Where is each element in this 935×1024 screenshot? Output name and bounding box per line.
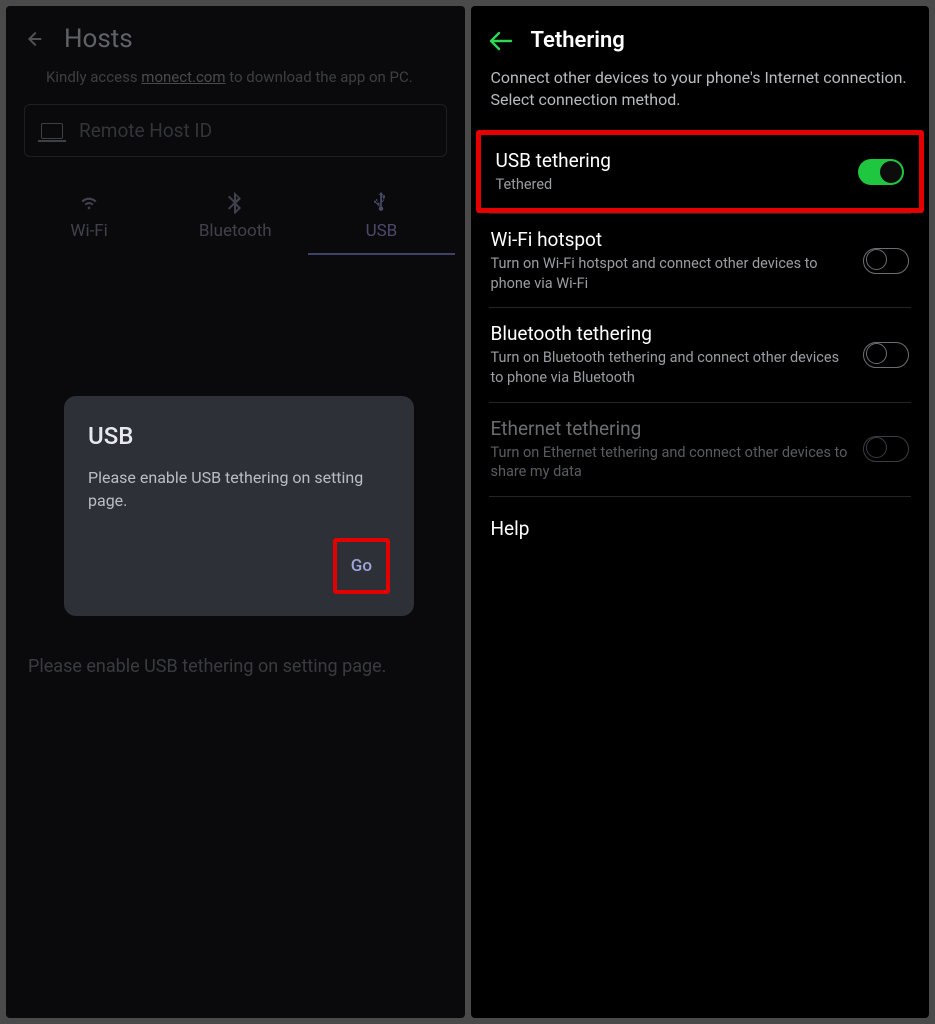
row-text: Ethernet tethering Turn on Ethernet teth… xyxy=(491,417,850,482)
ethernet-tethering-row: Ethernet tethering Turn on Ethernet teth… xyxy=(471,403,930,496)
ethernet-tethering-toggle xyxy=(863,436,909,462)
row-subtitle: Turn on Bluetooth tethering and connect … xyxy=(491,348,850,387)
go-button[interactable]: Go xyxy=(337,542,386,590)
row-subtitle: Tethered xyxy=(496,175,845,195)
bluetooth-tethering-toggle[interactable] xyxy=(863,342,909,368)
tethering-list: USB tethering Tethered Wi-Fi hotspot Tur… xyxy=(471,130,930,560)
row-title: USB tethering xyxy=(496,149,845,172)
row-title: Bluetooth tethering xyxy=(491,322,850,345)
wifi-hotspot-toggle[interactable] xyxy=(863,248,909,274)
dialog-actions: Go xyxy=(88,538,390,594)
help-row[interactable]: Help xyxy=(471,497,930,560)
row-text: USB tethering Tethered xyxy=(496,149,845,195)
page-title: Tethering xyxy=(531,28,625,53)
tethering-screen: Tethering Connect other devices to your … xyxy=(471,6,930,1018)
hosts-screen: Hosts Kindly access monect.com to downlo… xyxy=(6,6,465,1018)
dialog-title: USB xyxy=(88,422,390,450)
row-title: Wi-Fi hotspot xyxy=(491,228,850,251)
page-description: Connect other devices to your phone's In… xyxy=(471,65,930,130)
wifi-hotspot-row[interactable]: Wi-Fi hotspot Turn on Wi-Fi hotspot and … xyxy=(471,214,930,307)
row-text: Bluetooth tethering Turn on Bluetooth te… xyxy=(491,322,850,387)
bluetooth-tethering-row[interactable]: Bluetooth tethering Turn on Bluetooth te… xyxy=(471,308,930,401)
row-text: Wi-Fi hotspot Turn on Wi-Fi hotspot and … xyxy=(491,228,850,293)
back-arrow-icon[interactable] xyxy=(489,31,513,51)
help-label: Help xyxy=(491,517,530,540)
dialog-body: Please enable USB tethering on setting p… xyxy=(88,466,390,512)
row-subtitle: Turn on Wi-Fi hotspot and connect other … xyxy=(491,254,850,293)
go-highlight: Go xyxy=(333,538,390,594)
usb-tethering-row[interactable]: USB tethering Tethered xyxy=(481,135,920,209)
usb-dialog: USB Please enable USB tethering on setti… xyxy=(64,396,414,616)
usb-tethering-highlight: USB tethering Tethered xyxy=(476,130,925,214)
row-title: Ethernet tethering xyxy=(491,417,850,440)
row-subtitle: Turn on Ethernet tethering and connect o… xyxy=(491,443,850,482)
header: Tethering xyxy=(471,6,930,65)
usb-tethering-toggle[interactable] xyxy=(858,159,904,185)
